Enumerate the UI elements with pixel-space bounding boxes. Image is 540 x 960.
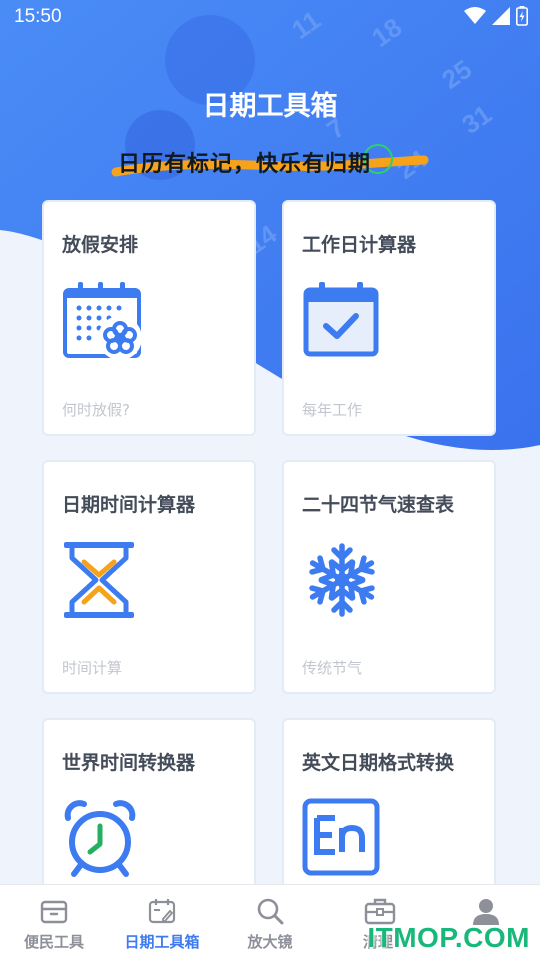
card-holiday-schedule[interactable]: 放假安排 何时放假? — [42, 200, 256, 436]
nav-item-convenience-tools[interactable]: 便民工具 — [0, 885, 108, 960]
calendar-check-icon — [302, 280, 384, 366]
card-subtitle: 时间计算 — [62, 659, 123, 677]
slogan-text: 日历有标记，快乐有归期 — [118, 152, 372, 177]
status-bar: 15:50 — [0, 0, 540, 36]
card-title: 放假安排 — [62, 234, 139, 256]
card-subtitle: 传统节气 — [302, 659, 363, 677]
card-title: 二十四节气速查表 — [302, 494, 455, 516]
alarm-clock-icon — [62, 798, 144, 884]
page-title: 日期工具箱 — [202, 91, 338, 122]
wifi-icon — [464, 7, 486, 29]
card-title: 工作日计算器 — [302, 234, 417, 256]
card-title: 英文日期格式转换 — [302, 752, 455, 774]
nav-item-magnifier[interactable]: 放大镜 — [216, 885, 324, 960]
watermark: ITMOP.COM — [367, 922, 530, 953]
battery-icon — [516, 6, 528, 30]
hourglass-icon — [62, 540, 144, 626]
slogan-banner: 日历有标记，快乐有归期 — [110, 140, 430, 186]
status-time: 15:50 — [14, 6, 62, 27]
card-solar-terms[interactable]: 二十四节气速查表 传统节气 — [282, 460, 496, 694]
holiday-calendar-icon — [62, 280, 144, 366]
search-icon — [256, 897, 284, 929]
card-workday-calculator[interactable]: 工作日计算器 每年工作 — [282, 200, 496, 436]
nav-label: 日期工具箱 — [124, 933, 200, 951]
card-subtitle: 何时放假? — [62, 401, 130, 419]
nav-label: 便民工具 — [23, 933, 84, 951]
calendar-edit-icon — [148, 897, 176, 929]
snowflake-icon — [302, 540, 384, 626]
toolbox-icon — [40, 897, 68, 929]
card-title: 日期时间计算器 — [62, 494, 196, 516]
status-icons — [464, 6, 528, 30]
card-title: 世界时间转换器 — [62, 752, 196, 774]
card-subtitle: 每年工作 — [302, 401, 363, 419]
nav-item-date-toolbox[interactable]: 日期工具箱 — [108, 885, 216, 960]
signal-icon — [492, 7, 510, 29]
nav-label: 放大镜 — [247, 933, 293, 951]
en-letters-icon — [302, 798, 384, 884]
card-datetime-calculator[interactable]: 日期时间计算器 时间计算 — [42, 460, 256, 694]
